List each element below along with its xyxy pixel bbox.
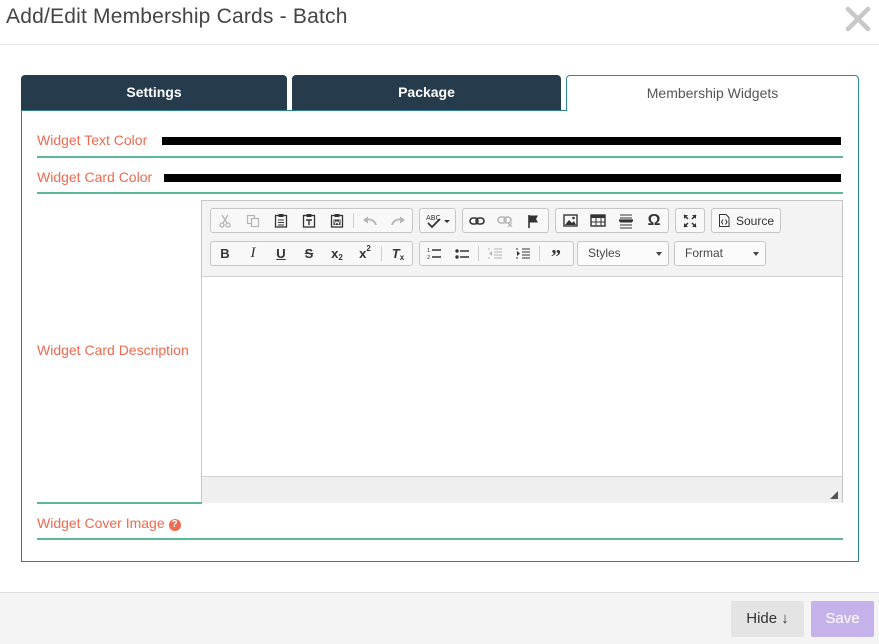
blockquote-icon[interactable]: ” <box>542 242 570 268</box>
italic-icon[interactable]: I <box>239 242 267 265</box>
bold-icon[interactable]: B <box>211 242 239 265</box>
widget-text-color-label: Widget Text Color <box>37 132 148 148</box>
basic-styles-group: B I U S x2 x2 Tx <box>210 241 413 266</box>
paste-icon[interactable] <box>267 209 295 232</box>
field-divider <box>37 156 843 158</box>
anchor-icon[interactable] <box>519 209 547 232</box>
superscript-icon[interactable]: x2 <box>351 242 379 265</box>
links-group <box>462 208 549 233</box>
svg-text:2: 2 <box>427 255 430 260</box>
clipboard-group <box>210 208 413 233</box>
copy-icon[interactable] <box>239 209 267 232</box>
resize-handle-icon[interactable] <box>830 491 838 499</box>
editor-statusbar <box>202 476 842 503</box>
field-divider <box>37 502 202 504</box>
dialog-title: Add/Edit Membership Cards - Batch <box>6 5 348 28</box>
format-label: Format <box>685 246 724 260</box>
subscript-icon[interactable]: x2 <box>323 242 351 265</box>
maximize-group <box>675 208 705 233</box>
styles-label: Styles <box>588 246 621 260</box>
insert-group: Ω <box>555 208 669 233</box>
image-icon[interactable] <box>556 209 584 232</box>
link-icon[interactable] <box>463 209 491 232</box>
horizontal-rule-icon[interactable] <box>612 209 640 232</box>
source-group: Source <box>711 208 781 233</box>
indent-icon[interactable] <box>509 242 537 265</box>
rich-text-editor: ABC Ω Source B I U S x 2 x 2 T x 1 2 ” S… <box>201 200 843 503</box>
editor-content-area[interactable] <box>202 277 842 476</box>
remove-format-icon[interactable]: Tx <box>384 242 412 265</box>
close-icon[interactable] <box>843 4 873 34</box>
tab-membership-widgets[interactable]: Membership Widgets <box>566 75 859 111</box>
toolbar-separator <box>478 246 479 261</box>
source-label: Source <box>736 213 775 228</box>
format-dropdown[interactable]: Format <box>674 241 766 266</box>
source-icon <box>719 214 730 227</box>
paragraph-group: 12 ” <box>419 241 574 268</box>
widget-cover-image-text: Widget Cover Image <box>37 515 165 531</box>
help-icon[interactable]: ? <box>168 519 181 531</box>
toolbar-separator <box>353 213 354 228</box>
widget-card-color-label: Widget Card Color <box>37 169 153 185</box>
tab-package[interactable]: Package <box>292 75 561 110</box>
toolbar-separator <box>539 246 540 261</box>
toolbar-separator <box>381 246 382 261</box>
outdent-icon[interactable] <box>481 242 509 265</box>
field-divider <box>37 538 843 540</box>
paste-word-icon[interactable] <box>323 209 351 232</box>
chevron-down-icon <box>656 252 662 256</box>
widget-cover-image-label: Widget Cover Image? <box>37 515 181 531</box>
spellcheck-icon[interactable]: ABC <box>422 209 454 232</box>
widget-text-color-picker[interactable] <box>162 137 841 145</box>
svg-text:1: 1 <box>427 248 430 254</box>
styles-dropdown[interactable]: Styles <box>577 241 669 266</box>
unlink-icon[interactable] <box>491 209 519 232</box>
chevron-down-icon <box>753 252 759 256</box>
hide-button[interactable]: Hide ↓ <box>731 601 804 637</box>
special-char-icon[interactable]: Ω <box>640 209 668 232</box>
cut-icon[interactable] <box>211 209 239 232</box>
widget-card-color-picker[interactable] <box>164 174 841 182</box>
strike-icon[interactable]: S <box>295 242 323 265</box>
numbered-list-icon[interactable]: 12 <box>420 242 448 265</box>
redo-icon[interactable] <box>384 209 412 232</box>
source-button[interactable]: Source <box>712 209 780 232</box>
bulleted-list-icon[interactable] <box>448 242 476 265</box>
undo-icon[interactable] <box>356 209 384 232</box>
tab-bar: Settings Package Membership Widgets <box>21 75 859 111</box>
maximize-icon[interactable] <box>676 209 704 232</box>
paste-text-icon[interactable] <box>295 209 323 232</box>
save-button[interactable]: Save <box>811 601 874 637</box>
table-icon[interactable] <box>584 209 612 232</box>
widget-card-description-label: Widget Card Description <box>37 342 189 358</box>
underline-icon[interactable]: U <box>267 242 295 265</box>
field-divider <box>37 192 843 194</box>
tab-settings[interactable]: Settings <box>21 75 287 110</box>
dialog-header: Add/Edit Membership Cards - Batch <box>0 0 879 45</box>
editor-toolbar: ABC Ω Source B I U S x 2 x 2 T x 1 2 ” S… <box>202 201 842 277</box>
spellcheck-group: ABC <box>419 208 456 233</box>
